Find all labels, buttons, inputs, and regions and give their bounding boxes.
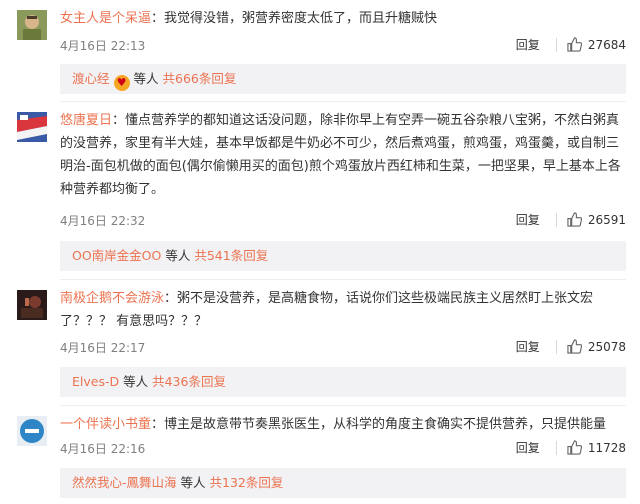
action-divider [555, 212, 557, 227]
sub-reply-etc: 等人 [180, 475, 206, 490]
comment-time: 4月16日 22:16 [60, 442, 146, 456]
comment-actions: 回复 26591 [516, 211, 626, 228]
sub-reply-username[interactable]: 渡心经 [72, 71, 110, 86]
reply-button[interactable]: 回复 [516, 439, 540, 456]
comment-username[interactable]: 悠唐夏日 [60, 113, 112, 128]
comment-username[interactable]: 女主人是个呆逼 [60, 11, 151, 26]
comment-item: 南极企鹅不会游泳：粥不是没营养，是高糖食物，话说你们这些极端民族主义居然盯上张文… [0, 280, 640, 406]
thumbs-up-icon [567, 339, 582, 354]
thumbs-up-icon [567, 440, 582, 455]
heart-emoji-icon: ♥ [113, 75, 130, 91]
like-button[interactable]: 11728 [567, 440, 626, 455]
like-button[interactable]: 27684 [567, 37, 626, 52]
reply-button[interactable]: 回复 [516, 211, 540, 228]
like-count: 25078 [587, 339, 626, 354]
like-count: 11728 [587, 440, 626, 455]
comment-actions: 回复 27684 [516, 36, 626, 53]
comment-text: 一个伴读小书童：博主是故意带节奏黑张医生，从科学的角度主食确实不提供营养，只提供… [60, 413, 626, 436]
like-count: 26591 [587, 212, 626, 227]
comment-text: 南极企鹅不会游泳：粥不是没营养，是高糖食物，话说你们这些极端民族主义居然盯上张文… [60, 287, 626, 333]
comment-item: 悠唐夏日：懂点营养学的都知道这话没问题，除非你早上有空弄一碗五谷杂粮八宝粥，不然… [0, 102, 640, 282]
sub-replies[interactable]: Elves-D 等人 共436条回复 [60, 367, 626, 397]
reply-button[interactable]: 回复 [516, 36, 540, 53]
sub-reply-username[interactable]: 然然我心-鳳舞山海 [72, 475, 177, 490]
sub-reply-etc: 等人 [165, 248, 191, 263]
like-count: 27684 [587, 37, 626, 52]
comment-item: 一个伴读小书童：博主是故意带节奏黑张医生，从科学的角度主食确实不提供营养，只提供… [0, 406, 640, 504]
sub-reply-count[interactable]: 共666条回复 [163, 71, 237, 86]
comment-actions: 回复 11728 [516, 439, 626, 456]
sub-reply-etc: 等人 [123, 374, 149, 389]
reply-button[interactable]: 回复 [516, 338, 540, 355]
sub-reply-count[interactable]: 共436条回复 [152, 374, 226, 389]
sub-reply-username[interactable]: Elves-D [72, 374, 119, 389]
sub-replies[interactable]: 然然我心-鳳舞山海 等人 共132条回复 [60, 468, 626, 498]
action-divider [555, 440, 557, 455]
comment-content: ：我觉得没错，粥营养密度太低了，而且升糖贼快 [151, 11, 438, 26]
comment-username[interactable]: 一个伴读小书童 [60, 417, 151, 432]
sub-reply-count[interactable]: 共541条回复 [194, 248, 268, 263]
thumbs-up-icon [567, 212, 582, 227]
sub-reply-username[interactable]: OO南岸金金OO [72, 248, 161, 263]
avatar[interactable] [17, 112, 47, 142]
comment-text: 女主人是个呆逼：我觉得没错，粥营养密度太低了，而且升糖贼快 [60, 7, 626, 30]
comment-username[interactable]: 南极企鹅不会游泳 [60, 291, 164, 306]
comment-text: 悠唐夏日：懂点营养学的都知道这话没问题，除非你早上有空弄一碗五谷杂粮八宝粥，不然… [60, 109, 626, 201]
sub-reply-etc: 等人 [133, 71, 159, 86]
comment-actions: 回复 25078 [516, 338, 626, 355]
comment-content: ：博主是故意带节奏黑张医生，从科学的角度主食确实不提供营养，只提供能量 [151, 417, 607, 432]
comment-time: 4月16日 22:17 [60, 341, 146, 355]
like-button[interactable]: 25078 [567, 339, 626, 354]
avatar[interactable] [17, 416, 47, 446]
comment-item: 女主人是个呆逼：我觉得没错，粥营养密度太低了，而且升糖贼快 4月16日 22:1… [0, 0, 640, 102]
avatar[interactable] [17, 290, 47, 320]
comment-time: 4月16日 22:32 [60, 214, 146, 228]
sub-reply-count[interactable]: 共132条回复 [210, 475, 284, 490]
avatar[interactable] [17, 10, 47, 40]
action-divider [555, 37, 557, 52]
thumbs-up-icon [567, 37, 582, 52]
action-divider [555, 339, 557, 354]
sub-replies[interactable]: 渡心经 ♥ 等人 共666条回复 [60, 64, 626, 94]
comment-content: ：懂点营养学的都知道这话没问题，除非你早上有空弄一碗五谷杂粮八宝粥，不然白粥真的… [60, 113, 621, 197]
comment-time: 4月16日 22:13 [60, 39, 146, 53]
like-button[interactable]: 26591 [567, 212, 626, 227]
sub-replies[interactable]: OO南岸金金OO 等人 共541条回复 [60, 241, 626, 271]
